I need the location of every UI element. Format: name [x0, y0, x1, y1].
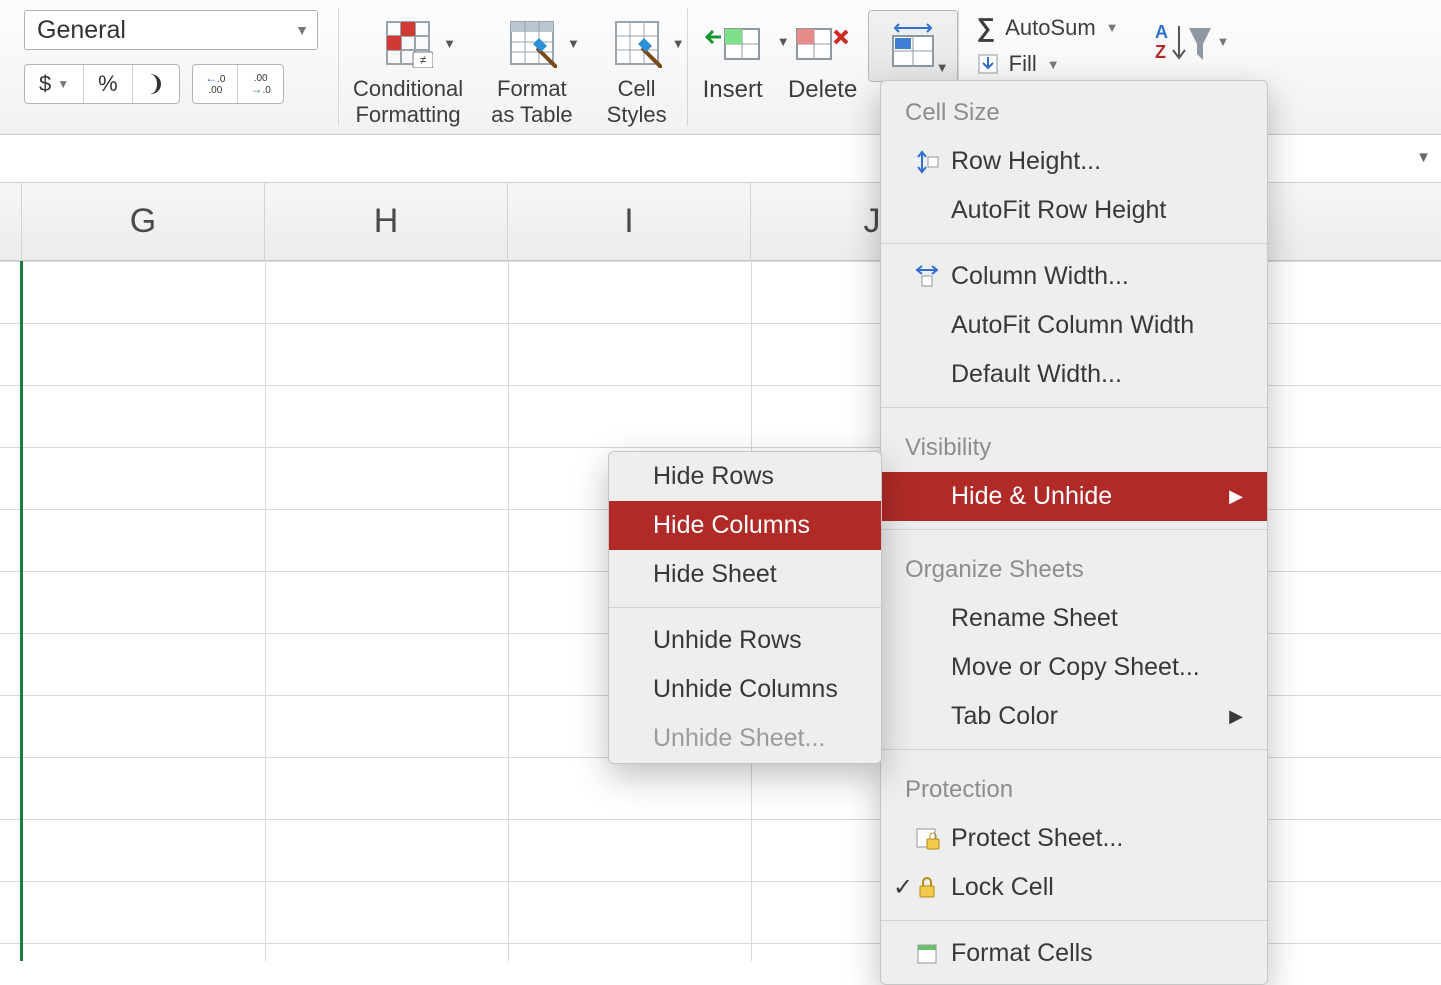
rename-sheet-item[interactable]: Rename Sheet: [881, 594, 1267, 643]
row-height-item[interactable]: Row Height...: [881, 137, 1267, 186]
autofit-row-height-item[interactable]: AutoFit Row Height: [881, 186, 1267, 235]
delete-cells-icon: [793, 21, 853, 61]
number-format-group: General ▼ $ ▼ % ❩ ←.0.00: [0, 0, 338, 104]
sigma-icon: ∑: [977, 12, 996, 43]
insert-cells-button[interactable]: ▼ Insert: [688, 0, 778, 104]
format-as-table-icon: [507, 18, 557, 68]
hide-unhide-submenu: Hide Rows Hide Columns Hide Sheet Unhide…: [608, 451, 882, 764]
comma-format-button[interactable]: ❩: [132, 65, 179, 103]
number-format-value: General: [37, 16, 126, 45]
chevron-down-icon: ▼: [1047, 57, 1060, 72]
hide-columns-item[interactable]: Hide Columns: [609, 501, 881, 550]
decrease-decimal-button[interactable]: .00→.0: [237, 65, 282, 103]
chevron-down-icon: ▼: [443, 36, 456, 51]
unhide-rows-item[interactable]: Unhide Rows: [609, 616, 881, 665]
conditional-formatting-icon: ≠: [383, 18, 433, 68]
column-header[interactable]: H: [265, 183, 508, 260]
conditional-formatting-button[interactable]: ≠ ▼ ConditionalFormatting: [353, 6, 463, 128]
lock-cell-item[interactable]: ✓ Lock Cell: [881, 863, 1267, 912]
percent-format-button[interactable]: %: [83, 65, 132, 103]
submenu-arrow-icon: ▶: [1229, 486, 1243, 507]
format-cells-icon: [887, 20, 939, 72]
accounting-format-button[interactable]: $ ▼: [25, 65, 83, 103]
move-copy-sheet-item[interactable]: Move or Copy Sheet...: [881, 643, 1267, 692]
tab-color-item[interactable]: Tab Color ▶: [881, 692, 1267, 741]
format-dropdown-menu: Cell Size Row Height... AutoFit Row Heig…: [880, 80, 1268, 985]
delete-cells-button[interactable]: ▼ Delete: [778, 0, 868, 104]
chevron-down-icon: ▼: [936, 60, 949, 75]
hide-sheet-item[interactable]: Hide Sheet: [609, 550, 881, 599]
autosum-button[interactable]: ∑ AutoSum ▼: [977, 12, 1119, 43]
menu-section-header: Protection: [881, 758, 1267, 814]
menu-section-header: Organize Sheets: [881, 538, 1267, 594]
increase-decimal-button[interactable]: ←.0.00: [193, 65, 237, 103]
format-cells-item[interactable]: Format Cells: [881, 929, 1267, 984]
column-width-icon: [911, 264, 943, 290]
hide-unhide-item[interactable]: Hide & Unhide ▶: [881, 472, 1267, 521]
insert-cells-icon: [703, 21, 763, 61]
hide-rows-item[interactable]: Hide Rows: [609, 452, 881, 501]
menu-section-header: Cell Size: [881, 81, 1267, 137]
format-menu-button[interactable]: ▼: [868, 10, 958, 82]
row-height-icon: [911, 149, 943, 175]
unhide-sheet-item: Unhide Sheet...: [609, 714, 881, 763]
svg-text:Z: Z: [1155, 42, 1166, 62]
svg-text:A: A: [1155, 22, 1168, 42]
column-header[interactable]: I: [508, 183, 751, 260]
column-header[interactable]: G: [22, 183, 265, 260]
lock-icon: [911, 876, 943, 900]
chevron-down-icon: ▼: [567, 36, 580, 51]
format-cells-dialog-icon: [911, 942, 943, 966]
protect-sheet-item[interactable]: Protect Sheet...: [881, 814, 1267, 863]
expand-formula-bar-icon[interactable]: ▼: [1416, 149, 1431, 166]
cell-styles-button[interactable]: ▼ CellStyles: [601, 6, 673, 128]
default-width-item[interactable]: Default Width...: [881, 350, 1267, 399]
chevron-down-icon: ▼: [1106, 20, 1119, 35]
submenu-arrow-icon: ▶: [1229, 706, 1243, 727]
protect-sheet-icon: [911, 826, 943, 852]
cell-styles-icon: [612, 18, 662, 68]
editing-group: ∑ AutoSum ▼ Fill ▼: [959, 0, 1119, 77]
column-width-item[interactable]: Column Width...: [881, 252, 1267, 301]
number-format-combo[interactable]: General ▼: [24, 10, 318, 50]
fill-down-icon: [977, 53, 999, 75]
svg-text:≠: ≠: [420, 53, 427, 67]
selection-indicator: [20, 261, 23, 961]
sort-filter-icon[interactable]: A Z: [1149, 20, 1213, 66]
fill-button[interactable]: Fill ▼: [977, 51, 1119, 77]
chevron-down-icon: ▼: [1217, 34, 1230, 49]
format-as-table-button[interactable]: ▼ Formatas Table: [491, 6, 573, 128]
chevron-down-icon: ▼: [57, 77, 69, 91]
chevron-down-icon: ▼: [672, 36, 685, 51]
chevron-down-icon: ▼: [295, 22, 309, 38]
currency-percent-box: $ ▼ % ❩: [24, 64, 180, 104]
decimal-box: ←.0.00 .00→.0: [192, 64, 284, 104]
unhide-columns-item[interactable]: Unhide Columns: [609, 665, 881, 714]
menu-section-header: Visibility: [881, 416, 1267, 472]
autofit-column-width-item[interactable]: AutoFit Column Width: [881, 301, 1267, 350]
